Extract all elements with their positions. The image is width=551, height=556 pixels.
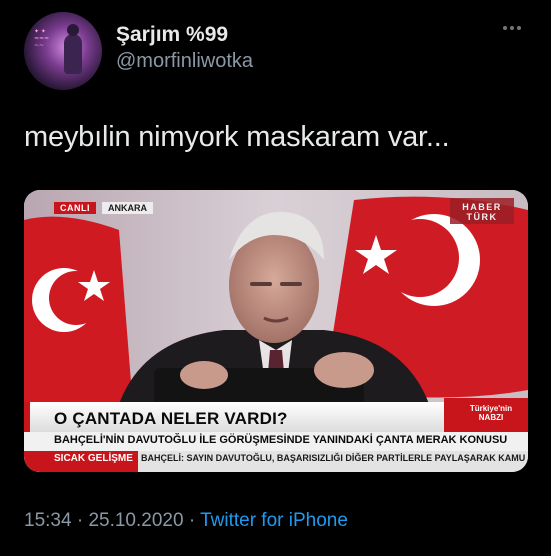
dot — [503, 26, 507, 30]
separator: · — [188, 510, 196, 531]
user-handle[interactable]: @morfinliwotka — [116, 50, 253, 73]
flag-crescent-inner-right — [381, 219, 459, 297]
tweet-date[interactable]: 25.10.2020 — [88, 510, 183, 531]
display-name[interactable]: Şarjım %99 — [116, 23, 228, 47]
tweet-text: meybılin nimyork maskaram var... — [24, 121, 450, 153]
eye-left — [250, 282, 272, 286]
channel-logo: HABER TÜRK — [462, 202, 502, 222]
hot-label: SICAK GELİŞME — [54, 453, 133, 464]
avatar-figure — [64, 24, 82, 74]
tweet-source-link[interactable]: Twitter for iPhone — [200, 510, 348, 531]
ellipsis-icon[interactable] — [497, 18, 527, 38]
corner-badge: Türkiye'nin NABZI — [469, 404, 513, 422]
city-tag: ANKARA — [102, 202, 153, 214]
news-headline: O ÇANTADA NELER VARDI? — [54, 409, 288, 428]
news-subheadline: BAHÇELİ'NİN DAVUTOĞLU İLE GÖRÜŞMESİNDE Y… — [54, 434, 508, 446]
live-tag: CANLI — [54, 202, 96, 214]
news-broadcast-frame — [24, 190, 528, 472]
tweet-media-image[interactable]: CANLI ANKARA HABER TÜRK O ÇANTADA NELER … — [24, 190, 528, 472]
timestamp-row: 15:34 · 25.10.2020 · Twitter for iPhone — [24, 510, 348, 532]
tweet-time[interactable]: 15:34 — [24, 510, 72, 531]
avatar-neon-sign: ✦ ✦ ≈≈≈ ~~ — [34, 28, 50, 49]
dot — [510, 26, 514, 30]
news-crawl: BAHÇELİ: SAYIN DAVUTOĞLU, BAŞARISIZLIĞI … — [141, 453, 526, 463]
separator: · — [76, 510, 84, 531]
hand-left — [180, 361, 228, 389]
hand-right — [314, 352, 374, 388]
headline-accent — [24, 402, 30, 432]
eye-right — [280, 282, 302, 286]
avatar[interactable]: ✦ ✦ ≈≈≈ ~~ — [24, 12, 102, 90]
dot — [517, 26, 521, 30]
